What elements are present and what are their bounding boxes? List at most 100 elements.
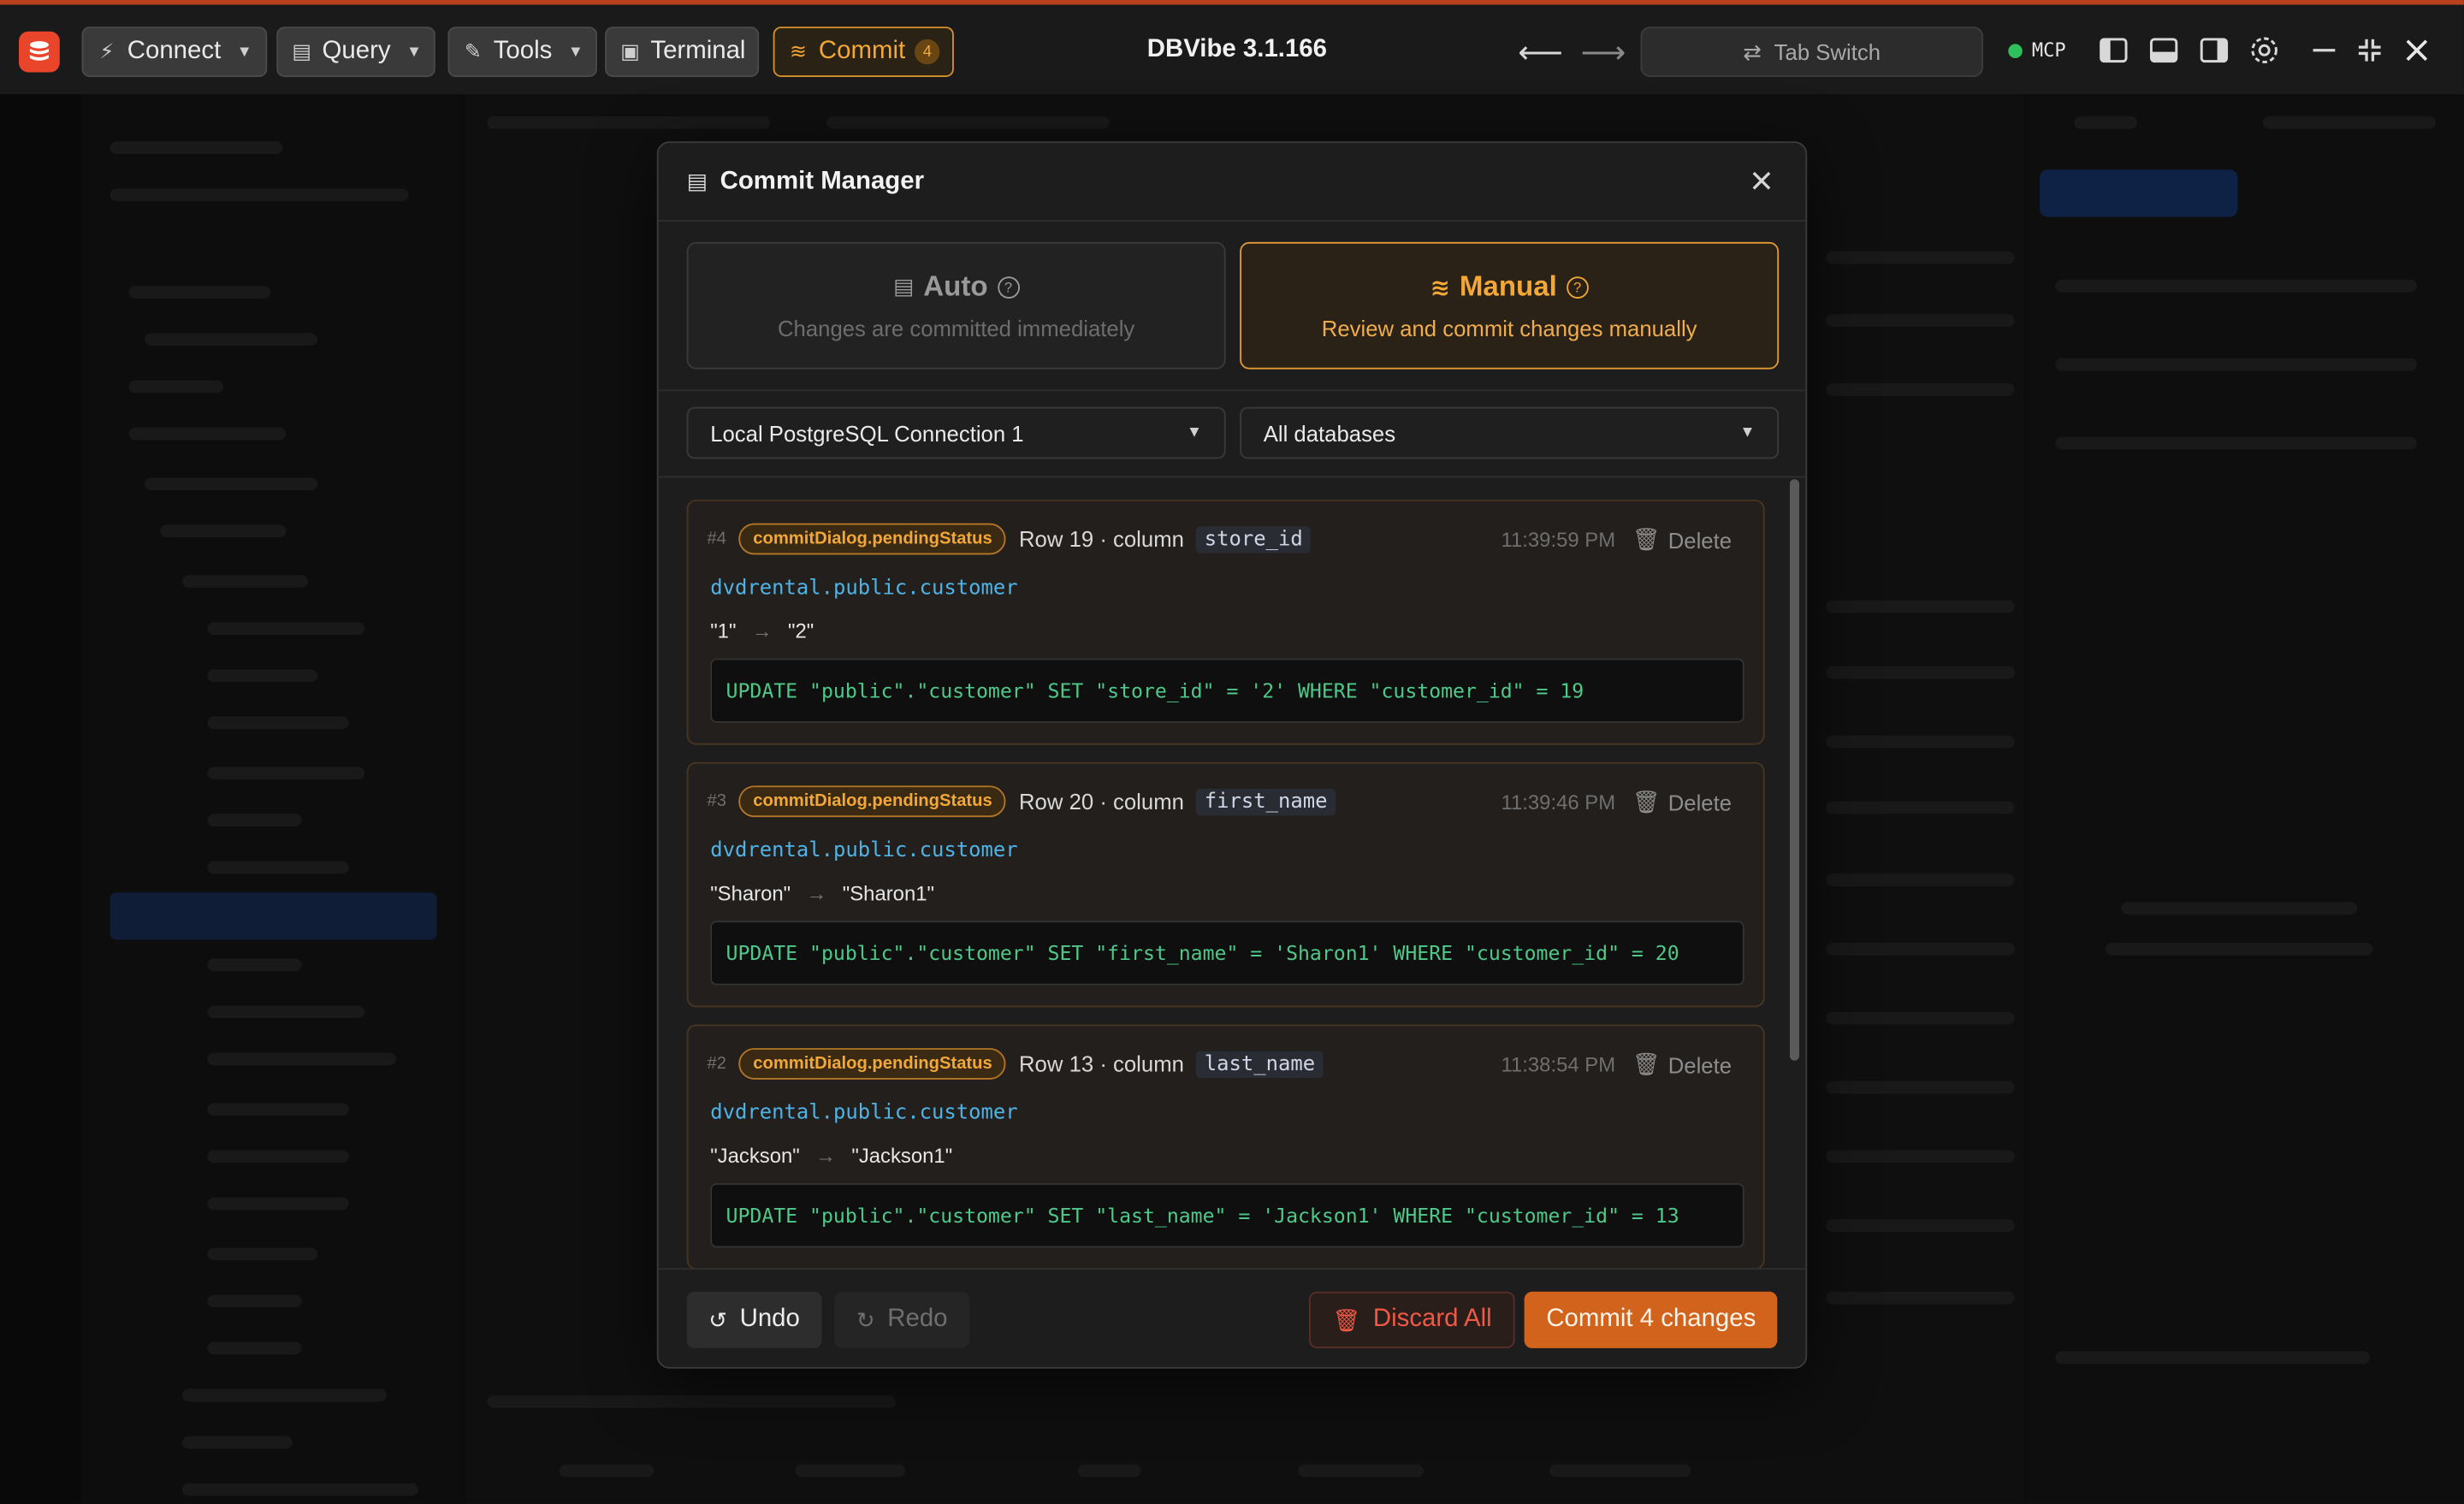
pending-change-item: #2 commitDialog.pendingStatus Row 13 · c… [686, 1024, 1765, 1269]
commit-icon: ▤ [686, 168, 708, 193]
change-timestamp: 11:39:59 PM [1501, 528, 1616, 552]
commit-manager-dialog: ▤ Commit Manager ▤ Auto ? Changes are co… [656, 141, 1808, 1369]
delete-label: Delete [1667, 527, 1732, 553]
connection-select-value: Local PostgreSQL Connection 1 [710, 420, 1024, 446]
discard-label: Discard All [1372, 1306, 1492, 1333]
pending-change-item: #3 commitDialog.pendingStatus Row 20 · c… [686, 761, 1765, 1008]
plug-icon: ⚡ [99, 38, 115, 63]
delete-label: Delete [1667, 789, 1732, 815]
commit-button[interactable]: ≋ Commit 4 [773, 27, 955, 77]
change-header: #3 commitDialog.pendingStatus Row 20 · c… [707, 785, 1336, 818]
status-badge: commitDialog.pendingStatus [738, 785, 1007, 818]
forward-arrow-icon[interactable]: ⟶ [1581, 33, 1626, 73]
sql-statement: UPDATE "public"."customer" SET "store_id… [710, 658, 1744, 723]
change-number: #2 [707, 1054, 727, 1074]
trash-icon: 🗑 [1632, 526, 1661, 552]
pending-change-item: #4 commitDialog.pendingStatus Row 19 · c… [686, 500, 1765, 745]
minimize-icon[interactable] [2308, 34, 2340, 66]
close-window-icon[interactable] [2401, 34, 2432, 66]
old-value: "1" [710, 619, 737, 643]
change-number: #3 [707, 791, 727, 811]
layers-icon: ≋ [1430, 274, 1450, 301]
change-timestamp: 11:38:54 PM [1501, 1052, 1616, 1077]
old-value: "Jackson" [710, 1144, 800, 1168]
delete-change-button[interactable]: 🗑 Delete [1632, 1051, 1732, 1078]
sql-statement: UPDATE "public"."customer" SET "first_na… [710, 921, 1744, 986]
mcp-status[interactable]: MCP [2008, 38, 2066, 62]
change-diff: "1" → "2" [710, 619, 814, 643]
mode-auto-label: Auto [923, 269, 988, 302]
arrow-right-icon: → [751, 619, 773, 643]
new-value: "Jackson1" [851, 1144, 953, 1168]
help-icon[interactable]: ? [997, 275, 1020, 299]
commit-label: Commit [818, 38, 906, 65]
mode-auto-card[interactable]: ▤ Auto ? Changes are committed immediate… [686, 241, 1226, 370]
mcp-label: MCP [2031, 38, 2066, 62]
tools-button[interactable]: ✎ Tools ▼ [447, 27, 598, 77]
query-label: Query [322, 38, 391, 65]
change-column: store_id [1196, 525, 1312, 553]
dialog-footer: ↺ Undo ↻ Redo 🗑 Discard All Commit 4 cha… [658, 1268, 1806, 1367]
terminal-icon: ▣ [620, 38, 640, 63]
database-select[interactable]: All databases ▼ [1240, 406, 1780, 459]
divider [658, 389, 1806, 392]
connection-select[interactable]: Local PostgreSQL Connection 1 ▼ [686, 406, 1226, 459]
arrow-right-icon: → [815, 1144, 836, 1168]
gear-icon[interactable] [2248, 34, 2280, 66]
change-table: dvdrental.public.customer [710, 838, 1018, 863]
new-value: "2" [788, 619, 814, 643]
back-arrow-icon[interactable]: ⟵ [1518, 33, 1563, 73]
database-select-value: All databases [1263, 420, 1396, 446]
tools-label: Tools [493, 38, 553, 65]
query-icon: ▤ [292, 38, 311, 63]
toggle-bottom-panel-icon[interactable] [2148, 34, 2180, 66]
tab-switch-button[interactable]: ⇄ Tab Switch [1640, 27, 1983, 77]
trash-icon: 🗑 [1632, 1051, 1661, 1077]
discard-all-button[interactable]: 🗑 Discard All [1308, 1291, 1516, 1348]
status-badge: commitDialog.pendingStatus [738, 1048, 1007, 1080]
mode-manual-label: Manual [1459, 269, 1557, 302]
pending-changes-list[interactable]: #4 commitDialog.pendingStatus Row 19 · c… [659, 477, 1806, 1269]
commit-icon: ▤ [892, 273, 915, 299]
toggle-left-panel-icon[interactable] [2098, 34, 2129, 66]
dialog-header: ▤ Commit Manager [658, 143, 1806, 222]
trash-icon: 🗑 [1632, 789, 1661, 814]
change-number: #4 [707, 529, 727, 549]
wrench-icon: ✎ [464, 38, 482, 63]
layers-icon: ≋ [790, 38, 808, 63]
chevron-down-icon: ▼ [406, 43, 423, 61]
swap-icon: ⇄ [1743, 38, 1762, 64]
app-logo-icon [19, 31, 60, 73]
delete-change-button[interactable]: 🗑 Delete [1632, 789, 1732, 815]
connect-label: Connect [127, 38, 222, 65]
arrow-right-icon: → [806, 881, 827, 905]
restore-icon[interactable] [2354, 34, 2385, 66]
mode-auto-description: Changes are committed immediately [777, 316, 1135, 341]
chevron-down-icon: ▼ [567, 43, 583, 61]
change-header: #4 commitDialog.pendingStatus Row 19 · c… [707, 523, 1312, 555]
toggle-right-panel-icon[interactable] [2199, 34, 2230, 66]
mode-auto-title: ▤ Auto ? [892, 269, 1020, 304]
commit-changes-button[interactable]: Commit 4 changes [1524, 1291, 1779, 1348]
change-column: first_name [1196, 788, 1336, 815]
mode-manual-card[interactable]: ≋ Manual ? Review and commit changes man… [1240, 241, 1780, 370]
commit-changes-label: Commit 4 changes [1546, 1306, 1756, 1333]
delete-change-button[interactable]: 🗑 Delete [1632, 526, 1732, 553]
change-timestamp: 11:39:46 PM [1501, 790, 1616, 814]
terminal-label: Terminal [650, 38, 746, 65]
connect-button[interactable]: ⚡ Connect ▼ [81, 27, 267, 77]
scrollbar-thumb[interactable] [1790, 479, 1800, 1061]
title-bar: ⚡ Connect ▼ ▤ Query ▼ ✎ Tools ▼ ▣ Termin… [0, 0, 2464, 95]
trash-icon: 🗑 [1332, 1306, 1361, 1332]
app-window: ⚡ Connect ▼ ▤ Query ▼ ✎ Tools ▼ ▣ Termin… [0, 0, 2464, 1504]
help-icon[interactable]: ? [1566, 275, 1589, 299]
redo-button[interactable]: ↻ Redo [834, 1291, 970, 1348]
redo-label: Redo [887, 1306, 948, 1333]
query-button[interactable]: ▤ Query ▼ [276, 27, 436, 77]
close-icon[interactable] [1746, 165, 1778, 197]
delete-label: Delete [1667, 1051, 1732, 1078]
terminal-button[interactable]: ▣ Terminal [605, 27, 760, 77]
undo-button[interactable]: ↺ Undo [686, 1291, 822, 1348]
redo-icon: ↻ [856, 1306, 875, 1332]
change-header: #2 commitDialog.pendingStatus Row 13 · c… [708, 1048, 1324, 1080]
